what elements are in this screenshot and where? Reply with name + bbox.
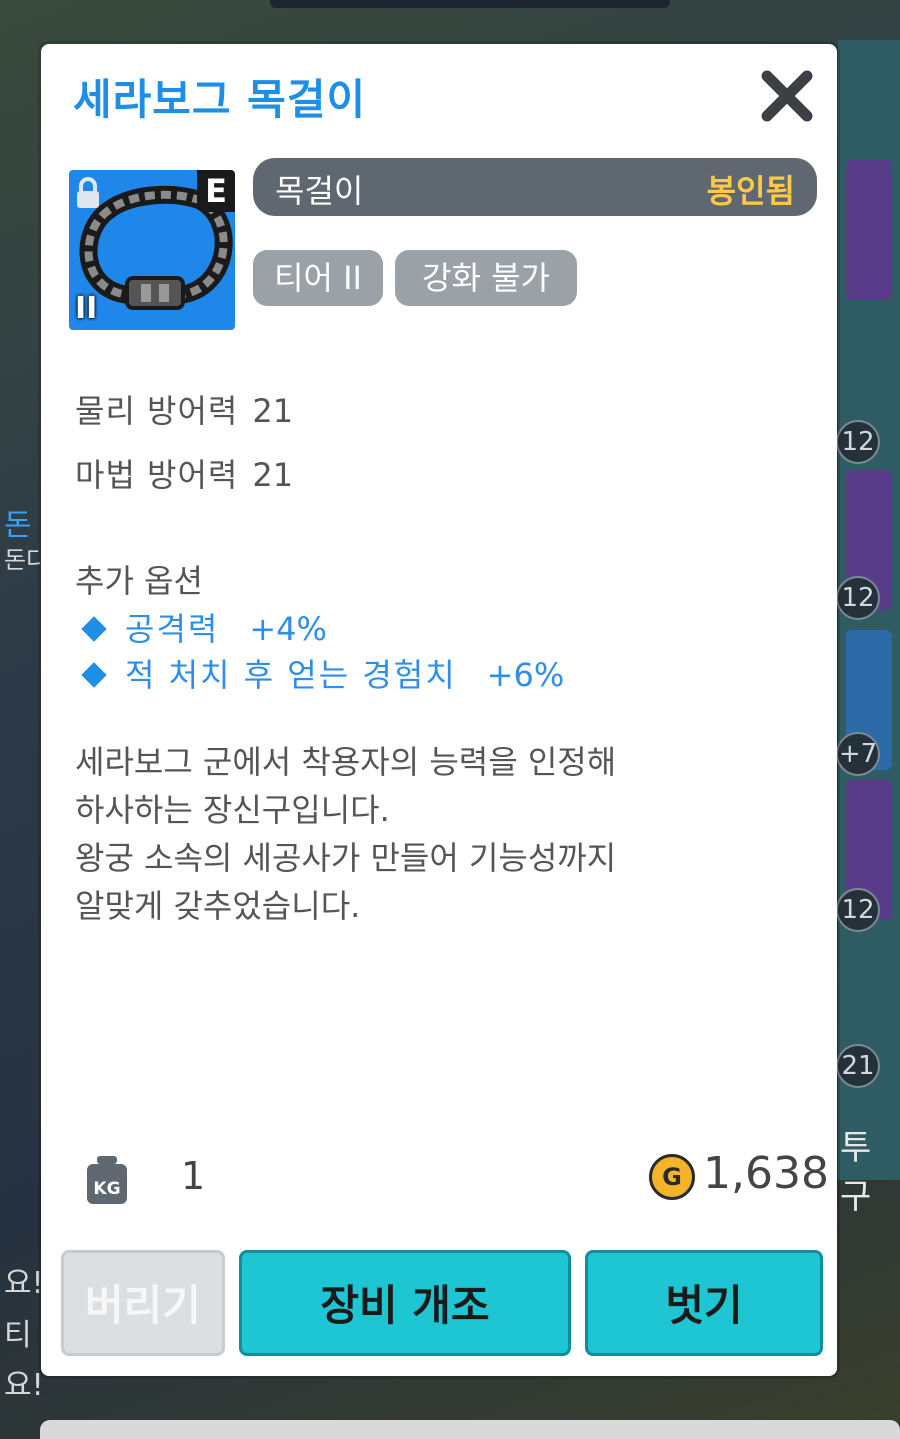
unequip-button[interactable]: 벗기 xyxy=(585,1250,823,1356)
background-text: 티 xyxy=(4,1318,32,1353)
background-text: 요! xyxy=(4,1368,44,1403)
item-type: 목걸이 xyxy=(275,172,364,210)
background-text: 돈 xyxy=(4,508,32,543)
stat-value: 21 xyxy=(252,392,294,430)
description-line: 세라보그 군에서 착용자의 능력을 인정해 xyxy=(75,743,617,781)
item-detail-popup: 세라보그 목걸이 E II 목걸이 봉인됨 티어 II 강화 불가 물리 방어력… xyxy=(41,44,837,1376)
grade-badge: E xyxy=(197,170,235,212)
background-text: 요! xyxy=(4,1266,44,1301)
item-icon: E II xyxy=(69,170,235,330)
background-level-badge: 12 xyxy=(836,888,880,932)
option-name: 적 처치 후 얻는 경험치 xyxy=(125,656,457,694)
weight-icon: KG xyxy=(87,1156,127,1204)
item-name: 세라보그 목걸이 xyxy=(73,75,367,124)
close-icon xyxy=(761,70,813,122)
background-slot xyxy=(846,160,892,300)
background-top-bar xyxy=(270,0,670,8)
description-line: 알맞게 갖추었습니다. xyxy=(75,887,361,925)
stat-row: 마법 방어력 21 xyxy=(75,450,293,496)
additional-options-title: 추가 옵션 xyxy=(75,562,203,600)
option-row: 적 처치 후 얻는 경험치 +6% xyxy=(79,650,564,696)
enhance-tag: 강화 불가 xyxy=(395,250,577,306)
description-line: 하사하는 장신구입니다. xyxy=(75,791,390,829)
option-row: 공격력 +4% xyxy=(79,604,327,650)
weight-icon-label: KG xyxy=(93,1179,120,1199)
background-chat-bubble: 투구 xyxy=(840,1128,872,1217)
item-price: 1,638 xyxy=(703,1148,829,1199)
option-value: +6% xyxy=(486,656,565,694)
tier-tag: 티어 II xyxy=(253,250,383,306)
binding-status: 봉인됨 xyxy=(706,172,795,210)
option-value: +4% xyxy=(249,610,327,648)
tier-mark: II xyxy=(75,291,98,326)
background-level-badge: 21 xyxy=(836,1044,880,1088)
gold-coin-icon: G xyxy=(649,1154,695,1200)
description-line: 왕궁 소속의 세공사가 만들어 기능성까지 xyxy=(75,839,617,877)
background-level-badge: +7 xyxy=(836,732,880,776)
stat-name: 마법 방어력 xyxy=(75,456,239,494)
lock-icon xyxy=(77,177,99,208)
item-type-bar: 목걸이 봉인됨 xyxy=(253,158,817,216)
item-description: 세라보그 군에서 착용자의 능력을 인정해 하사하는 장신구입니다. 왕궁 소속… xyxy=(75,738,795,930)
background-bottom-bar xyxy=(40,1420,900,1439)
diamond-icon xyxy=(81,662,107,688)
stat-value: 21 xyxy=(252,456,294,494)
background-level-badge: 12 xyxy=(836,576,880,620)
discard-button[interactable]: 버리기 xyxy=(61,1250,225,1356)
stat-name: 물리 방어력 xyxy=(75,392,239,430)
item-weight: 1 xyxy=(181,1154,206,1198)
option-name: 공격력 xyxy=(125,610,220,648)
diamond-icon xyxy=(81,616,107,642)
modify-equipment-button[interactable]: 장비 개조 xyxy=(239,1250,571,1356)
stat-row: 물리 방어력 21 xyxy=(75,386,293,432)
background-level-badge: 12 xyxy=(836,420,880,464)
close-button[interactable] xyxy=(757,66,817,126)
